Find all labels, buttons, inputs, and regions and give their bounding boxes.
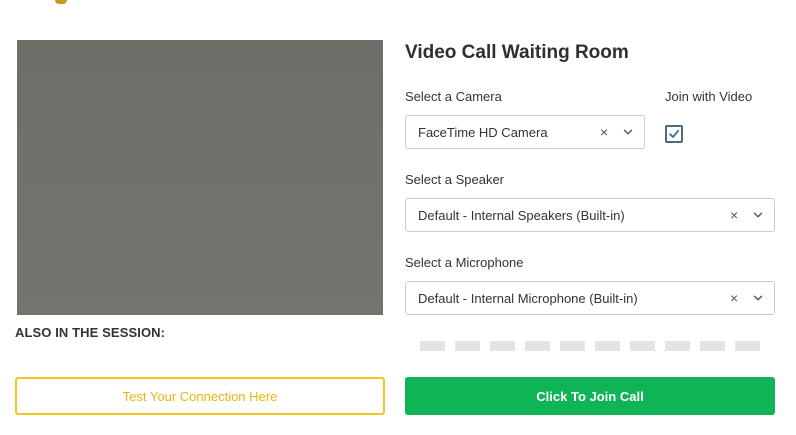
clear-icon[interactable]: × <box>730 290 738 306</box>
page-title: Video Call Waiting Room <box>405 42 629 63</box>
level-segment <box>595 341 620 351</box>
camera-select-value: FaceTime HD Camera <box>418 125 548 140</box>
camera-select[interactable]: FaceTime HD Camera × <box>405 115 645 149</box>
chevron-down-icon[interactable] <box>622 126 634 138</box>
also-in-session-label: ALSO IN THE SESSION: <box>15 325 166 340</box>
checkmark-icon <box>669 129 680 138</box>
test-connection-button[interactable]: Test Your Connection Here <box>15 377 385 415</box>
chevron-down-icon[interactable] <box>752 292 764 304</box>
join-with-video-label: Join with Video <box>665 89 753 104</box>
camera-preview <box>17 40 383 315</box>
clear-icon[interactable]: × <box>730 207 738 223</box>
microphone-select[interactable]: Default - Internal Microphone (Built-in)… <box>405 281 775 315</box>
camera-label: Select a Camera <box>405 89 502 104</box>
chevron-down-icon[interactable] <box>752 209 764 221</box>
level-segment <box>455 341 480 351</box>
level-segment <box>735 341 760 351</box>
microphone-select-value: Default - Internal Microphone (Built-in) <box>418 291 638 306</box>
speaker-label: Select a Speaker <box>405 172 505 187</box>
clear-icon[interactable]: × <box>600 124 608 140</box>
join-call-button[interactable]: Click To Join Call <box>405 377 775 415</box>
level-segment <box>665 341 690 351</box>
microphone-label: Select a Microphone <box>405 255 524 270</box>
logo-icon <box>55 0 67 4</box>
level-segment <box>525 341 550 351</box>
microphone-level-meter <box>420 341 765 351</box>
level-segment <box>560 341 585 351</box>
level-segment <box>700 341 725 351</box>
speaker-select-value: Default - Internal Speakers (Built-in) <box>418 208 625 223</box>
speaker-select[interactable]: Default - Internal Speakers (Built-in) × <box>405 198 775 232</box>
join-with-video-checkbox[interactable] <box>665 125 683 143</box>
level-segment <box>490 341 515 351</box>
level-segment <box>630 341 655 351</box>
level-segment <box>420 341 445 351</box>
